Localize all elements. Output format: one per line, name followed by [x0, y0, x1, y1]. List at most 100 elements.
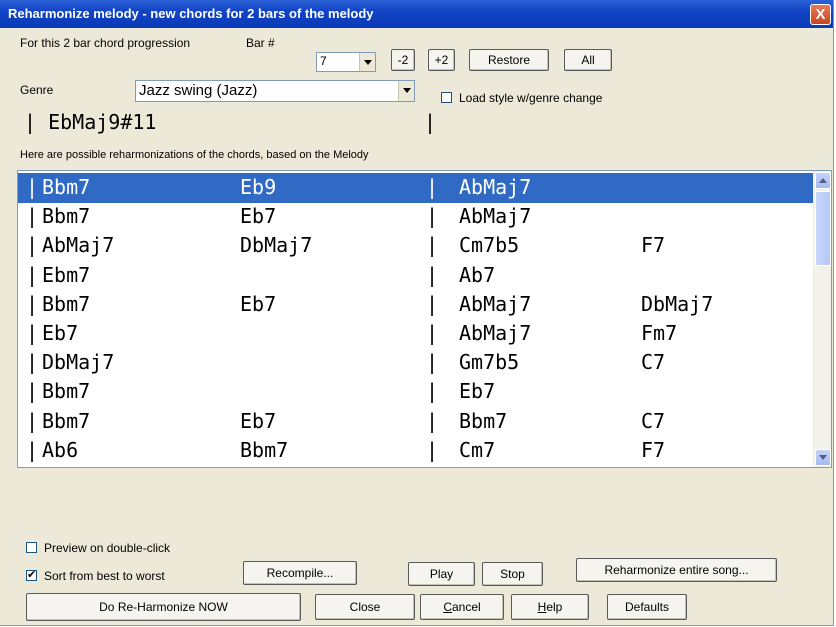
chord-cell: Eb9	[240, 175, 277, 199]
bar-separator: |	[26, 321, 39, 345]
list-item[interactable]: | Bbm7 Eb7 | Bbm7 C7	[18, 407, 814, 437]
chord-cell: Eb7	[240, 408, 277, 433]
sort-label: Sort from best to worst	[44, 569, 165, 583]
bar-separator: |	[26, 379, 39, 404]
bar-separator: |	[26, 408, 39, 433]
cancel-label: ancel	[451, 600, 481, 614]
bar-separator: |	[426, 321, 439, 345]
chord-cell: Fm7	[641, 321, 678, 345]
genre-value: Jazz swing (Jazz)	[139, 82, 258, 99]
genre-label: Genre	[20, 83, 54, 97]
bar-separator: |	[26, 291, 39, 316]
bar-separator: |	[426, 437, 439, 462]
window-title: Reharmonize melody - new chords for 2 ba…	[8, 6, 374, 21]
bar-separator: |	[26, 437, 39, 462]
chord-cell: DbMaj7	[240, 233, 313, 258]
list-caption: Here are possible reharmonizations of th…	[20, 149, 369, 161]
chevron-down-icon[interactable]	[398, 81, 414, 101]
chord-cell: AbMaj7	[459, 204, 532, 229]
chord-cell: Ebm7	[42, 262, 91, 287]
scroll-down-icon[interactable]	[815, 449, 831, 466]
bar-separator: |	[426, 204, 439, 229]
chord-cell: Cm7b5	[459, 233, 520, 258]
chord-cell: AbMaj7	[459, 291, 532, 316]
defaults-button[interactable]: Defaults	[607, 594, 687, 620]
bar-separator: |	[424, 110, 437, 134]
sort-checkbox[interactable]	[26, 568, 37, 581]
bar-separator: |	[26, 350, 39, 375]
chord-cell: Eb7	[42, 321, 79, 345]
minus-2-button[interactable]: -2	[391, 49, 415, 71]
list-item[interactable]: | Bbm7 | Eb7	[18, 377, 814, 407]
list-item[interactable]: | AbMaj7 DbMaj7 | Cm7b5 F7	[18, 231, 814, 261]
bar-label: Bar #	[246, 36, 275, 50]
progression-label: For this 2 bar chord progression	[20, 36, 191, 50]
chord-cell: AbMaj7	[459, 321, 532, 345]
help-button[interactable]: Help	[511, 594, 589, 620]
chord-cell: Bbm7	[42, 204, 91, 229]
cancel-mnemonic: C	[443, 600, 452, 614]
stop-button[interactable]: Stop	[482, 562, 543, 586]
bar-separator: |	[26, 262, 39, 287]
scroll-thumb[interactable]	[815, 191, 831, 266]
chord-cell: Gm7b5	[459, 350, 520, 375]
do-reharmonize-button[interactable]: Do Re-Harmonize NOW	[26, 593, 301, 621]
load-style-label: Load style w/genre change	[459, 91, 603, 105]
chord-cell: F7	[641, 437, 666, 462]
list-item[interactable]: | Bbm7 Eb9 | AbMaj7	[18, 173, 814, 203]
bar-number-select[interactable]: 7	[316, 52, 376, 72]
chord-cell: C7	[641, 408, 666, 433]
preview-checkbox[interactable]	[26, 542, 37, 553]
play-button[interactable]: Play	[408, 562, 475, 586]
reharmonization-list[interactable]: | Bbm7 Eb9 | AbMaj7 | Bbm7 Eb7 | AbMaj7 | AbMaj7 DbM…	[17, 170, 832, 468]
all-button[interactable]: All	[564, 49, 612, 71]
chord-cell: C7	[641, 350, 666, 375]
bar-separator: |	[426, 291, 439, 316]
list-item[interactable]: | DbMaj7 | Gm7b5 C7	[18, 348, 814, 378]
bar-separator: |	[26, 175, 39, 199]
chord-cell: Ab6	[42, 437, 79, 462]
reharmonize-song-button[interactable]: Reharmonize entire song...	[576, 558, 777, 582]
list-item[interactable]: | Ebm7 | Ab7	[18, 261, 814, 291]
scroll-up-icon[interactable]	[815, 172, 831, 189]
load-style-checkbox[interactable]	[441, 92, 452, 103]
chord-cell: AbMaj7	[42, 233, 115, 258]
chord-cell: Eb7	[240, 204, 277, 229]
chord-cell: Eb7	[240, 291, 277, 316]
bar-number-value: 7	[320, 54, 327, 68]
title-bar: Reharmonize melody - new chords for 2 ba…	[0, 0, 833, 28]
close-button[interactable]: Close	[315, 594, 415, 620]
bar-separator: |	[426, 350, 439, 375]
chevron-down-icon[interactable]	[359, 53, 375, 71]
bar-separator: |	[26, 204, 39, 229]
chord-cell: Cm7	[459, 437, 496, 462]
plus-2-button[interactable]: +2	[428, 49, 455, 71]
current-chord: | EbMaj9#11	[24, 110, 157, 134]
chord-cell: Bbm7	[42, 175, 91, 199]
genre-select[interactable]: Jazz swing (Jazz)	[135, 80, 415, 102]
chord-cell: Ab7	[459, 262, 496, 287]
recompile-button[interactable]: Recompile...	[243, 561, 357, 585]
chord-cell: Bbm7	[42, 291, 91, 316]
close-icon[interactable]: X	[810, 4, 831, 25]
bar-separator: |	[26, 233, 39, 258]
chord-cell: DbMaj7	[641, 291, 714, 316]
chord-cell: Bbm7	[42, 379, 91, 404]
list-item[interactable]: | Ab6 Bbm7 | Cm7 F7	[18, 436, 814, 466]
bar-separator: |	[426, 233, 439, 258]
vertical-scrollbar[interactable]	[813, 171, 831, 467]
current-chord-display: | EbMaj9#11 |	[24, 110, 436, 134]
restore-button[interactable]: Restore	[469, 49, 549, 71]
list-item[interactable]: | Bbm7 Eb7 | AbMaj7	[18, 202, 814, 232]
chord-cell: DbMaj7	[42, 350, 115, 375]
chord-cell: F7	[641, 233, 666, 258]
list-item[interactable]: | Bbm7 Eb7 | AbMaj7 DbMaj7	[18, 290, 814, 320]
bar-separator: |	[426, 379, 439, 404]
chord-cell: Bbm7	[42, 408, 91, 433]
bar-separator: |	[426, 262, 439, 287]
list-item[interactable]: | Eb7 | AbMaj7 Fm7	[18, 319, 814, 349]
help-label: elp	[546, 600, 563, 614]
chord-cell: Bbm7	[240, 437, 289, 462]
chord-cell: Bbm7	[459, 408, 508, 433]
cancel-button[interactable]: Cancel	[420, 594, 504, 620]
